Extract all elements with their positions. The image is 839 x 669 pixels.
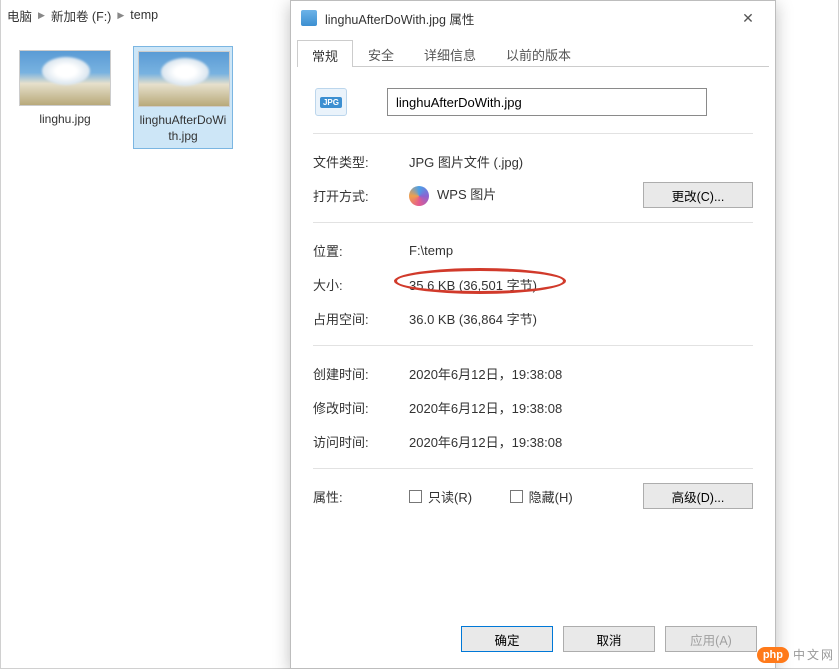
divider bbox=[313, 222, 753, 223]
value-size: 35.6 KB (36,501 字节) bbox=[409, 275, 753, 294]
file-tile-selected[interactable]: linghuAfterDoWith.jpg bbox=[133, 46, 233, 149]
value-created: 2020年6月12日，19:38:08 bbox=[409, 364, 753, 383]
value-openwith: WPS 图片 bbox=[409, 184, 643, 206]
tab-general[interactable]: 常规 bbox=[297, 40, 353, 67]
breadcrumb-seg[interactable]: 电脑 bbox=[7, 6, 32, 25]
readonly-label: 只读(R) bbox=[428, 487, 472, 506]
checkbox-icon bbox=[510, 490, 523, 503]
breadcrumb[interactable]: 电脑 ▶ 新加卷 (F:) ▶ temp bbox=[1, 0, 164, 30]
wps-app-icon bbox=[409, 186, 429, 206]
apply-button[interactable]: 应用(A) bbox=[665, 626, 757, 652]
label-size: 大小: bbox=[313, 275, 409, 294]
label-accessed: 访问时间: bbox=[313, 432, 409, 451]
chevron-right-icon: ▶ bbox=[117, 10, 124, 21]
tab-security[interactable]: 安全 bbox=[353, 39, 409, 66]
properties-dialog: linghuAfterDoWith.jpg 属性 ✕ 常规 安全 详细信息 以前… bbox=[290, 0, 776, 669]
tab-previous-versions[interactable]: 以前的版本 bbox=[491, 39, 586, 66]
dialog-title: linghuAfterDoWith.jpg 属性 bbox=[325, 9, 727, 28]
image-thumbnail-icon bbox=[138, 51, 230, 107]
value-accessed: 2020年6月12日，19:38:08 bbox=[409, 432, 753, 451]
close-icon[interactable]: ✕ bbox=[727, 4, 769, 32]
image-thumbnail-icon bbox=[19, 50, 111, 106]
jpg-file-large-icon: JPG bbox=[315, 88, 347, 116]
hidden-label: 隐藏(H) bbox=[529, 487, 573, 506]
label-openwith: 打开方式: bbox=[313, 186, 409, 205]
label-size-on-disk: 占用空间: bbox=[313, 309, 409, 328]
cancel-button[interactable]: 取消 bbox=[563, 626, 655, 652]
watermark: php 中文网 bbox=[757, 646, 835, 663]
hidden-checkbox[interactable]: 隐藏(H) bbox=[510, 487, 573, 506]
breadcrumb-seg[interactable]: 新加卷 (F:) bbox=[51, 6, 111, 25]
label-created: 创建时间: bbox=[313, 364, 409, 383]
readonly-checkbox[interactable]: 只读(R) bbox=[409, 487, 472, 506]
value-size-on-disk: 36.0 KB (36,864 字节) bbox=[409, 309, 753, 328]
filename-input[interactable] bbox=[387, 88, 707, 116]
watermark-text: 中文网 bbox=[793, 646, 835, 663]
label-filetype: 文件类型: bbox=[313, 152, 409, 171]
change-button[interactable]: 更改(C)... bbox=[643, 182, 753, 208]
value-filetype: JPG 图片文件 (.jpg) bbox=[409, 152, 753, 171]
divider bbox=[313, 468, 753, 469]
tab-strip: 常规 安全 详细信息 以前的版本 bbox=[297, 39, 769, 67]
divider bbox=[313, 345, 753, 346]
label-attributes: 属性: bbox=[313, 487, 409, 506]
jpg-file-icon bbox=[301, 10, 317, 26]
label-location: 位置: bbox=[313, 241, 409, 260]
php-badge-icon: php bbox=[757, 647, 789, 663]
file-label: linghu.jpg bbox=[19, 112, 111, 128]
value-modified: 2020年6月12日，19:38:08 bbox=[409, 398, 753, 417]
breadcrumb-seg[interactable]: temp bbox=[130, 8, 158, 22]
divider bbox=[313, 133, 753, 134]
value-location: F:\temp bbox=[409, 243, 753, 258]
dialog-button-row: 确定 取消 应用(A) bbox=[461, 626, 757, 652]
file-tile[interactable]: linghu.jpg bbox=[15, 46, 115, 149]
tab-body-general: JPG 文件类型: JPG 图片文件 (.jpg) 打开方式: WPS 图片 更… bbox=[291, 67, 775, 521]
chevron-right-icon: ▶ bbox=[38, 10, 45, 21]
tab-details[interactable]: 详细信息 bbox=[409, 39, 491, 66]
ok-button[interactable]: 确定 bbox=[461, 626, 553, 652]
file-label: linghuAfterDoWith.jpg bbox=[138, 113, 228, 144]
dialog-titlebar[interactable]: linghuAfterDoWith.jpg 属性 ✕ bbox=[291, 1, 775, 35]
checkbox-icon bbox=[409, 490, 422, 503]
file-icon-area: linghu.jpg linghuAfterDoWith.jpg bbox=[15, 46, 233, 149]
advanced-button[interactable]: 高级(D)... bbox=[643, 483, 753, 509]
label-modified: 修改时间: bbox=[313, 398, 409, 417]
